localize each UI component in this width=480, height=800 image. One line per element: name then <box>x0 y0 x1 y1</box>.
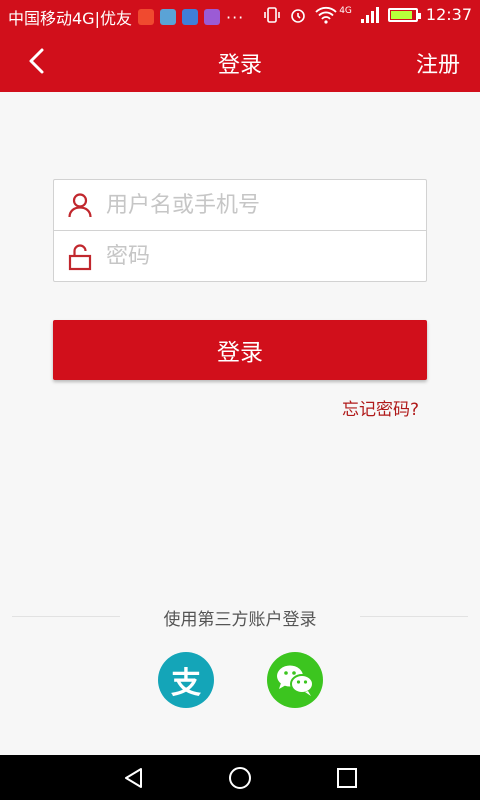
nav-back-button[interactable] <box>120 764 148 792</box>
back-triangle-icon <box>125 768 142 788</box>
signal-icon <box>360 6 379 23</box>
more-notifications-dots: ··· <box>225 7 245 27</box>
third-party-label: 使用第三方账户登录 <box>163 610 317 630</box>
username-input[interactable] <box>106 192 406 218</box>
forgot-password-link[interactable]: 忘记密码? <box>342 395 419 420</box>
alipay-icon: 支 <box>171 666 201 701</box>
divider-right <box>360 616 468 617</box>
carrier-label: 中国移动4G|优友 <box>8 9 132 28</box>
username-row <box>54 180 426 231</box>
alipay-login-button[interactable]: 支 <box>158 652 214 708</box>
image-icon <box>159 9 176 25</box>
battery-icon <box>387 7 421 22</box>
login-form <box>53 179 427 282</box>
nav-recent-button[interactable] <box>333 764 361 792</box>
password-input[interactable] <box>106 244 406 269</box>
status-right: 4G 12:37 <box>263 5 472 24</box>
system-nav-bar <box>0 755 480 800</box>
wechat-login-button[interactable] <box>267 652 323 708</box>
third-party-divider: 使用第三方账户登录 <box>0 605 480 630</box>
status-left: 中国移动4G|优友 ··· <box>8 5 244 29</box>
user-icon <box>54 192 106 218</box>
login-button[interactable]: 登录 <box>53 320 427 380</box>
nav-home-button[interactable] <box>226 764 254 792</box>
message-icon <box>181 9 198 25</box>
app-bar: 登录 注册 <box>0 30 480 92</box>
recent-square-icon <box>337 768 357 788</box>
alarm-icon <box>291 8 305 23</box>
wechat-icon <box>277 665 314 696</box>
network-type: 4G <box>339 5 352 16</box>
clock: 12:37 <box>425 5 472 24</box>
notification-icon <box>137 9 154 25</box>
register-button[interactable]: 注册 <box>416 47 460 79</box>
vibrate-icon <box>264 6 280 23</box>
password-row <box>54 231 426 282</box>
wifi-icon <box>315 6 337 24</box>
gallery-icon <box>203 9 220 25</box>
lock-icon <box>54 243 106 271</box>
home-circle-icon <box>229 767 251 789</box>
battery-level <box>390 10 413 19</box>
status-bar: 中国移动4G|优友 ··· 4G 12:37 <box>0 0 480 30</box>
page-title: 登录 <box>217 53 262 78</box>
